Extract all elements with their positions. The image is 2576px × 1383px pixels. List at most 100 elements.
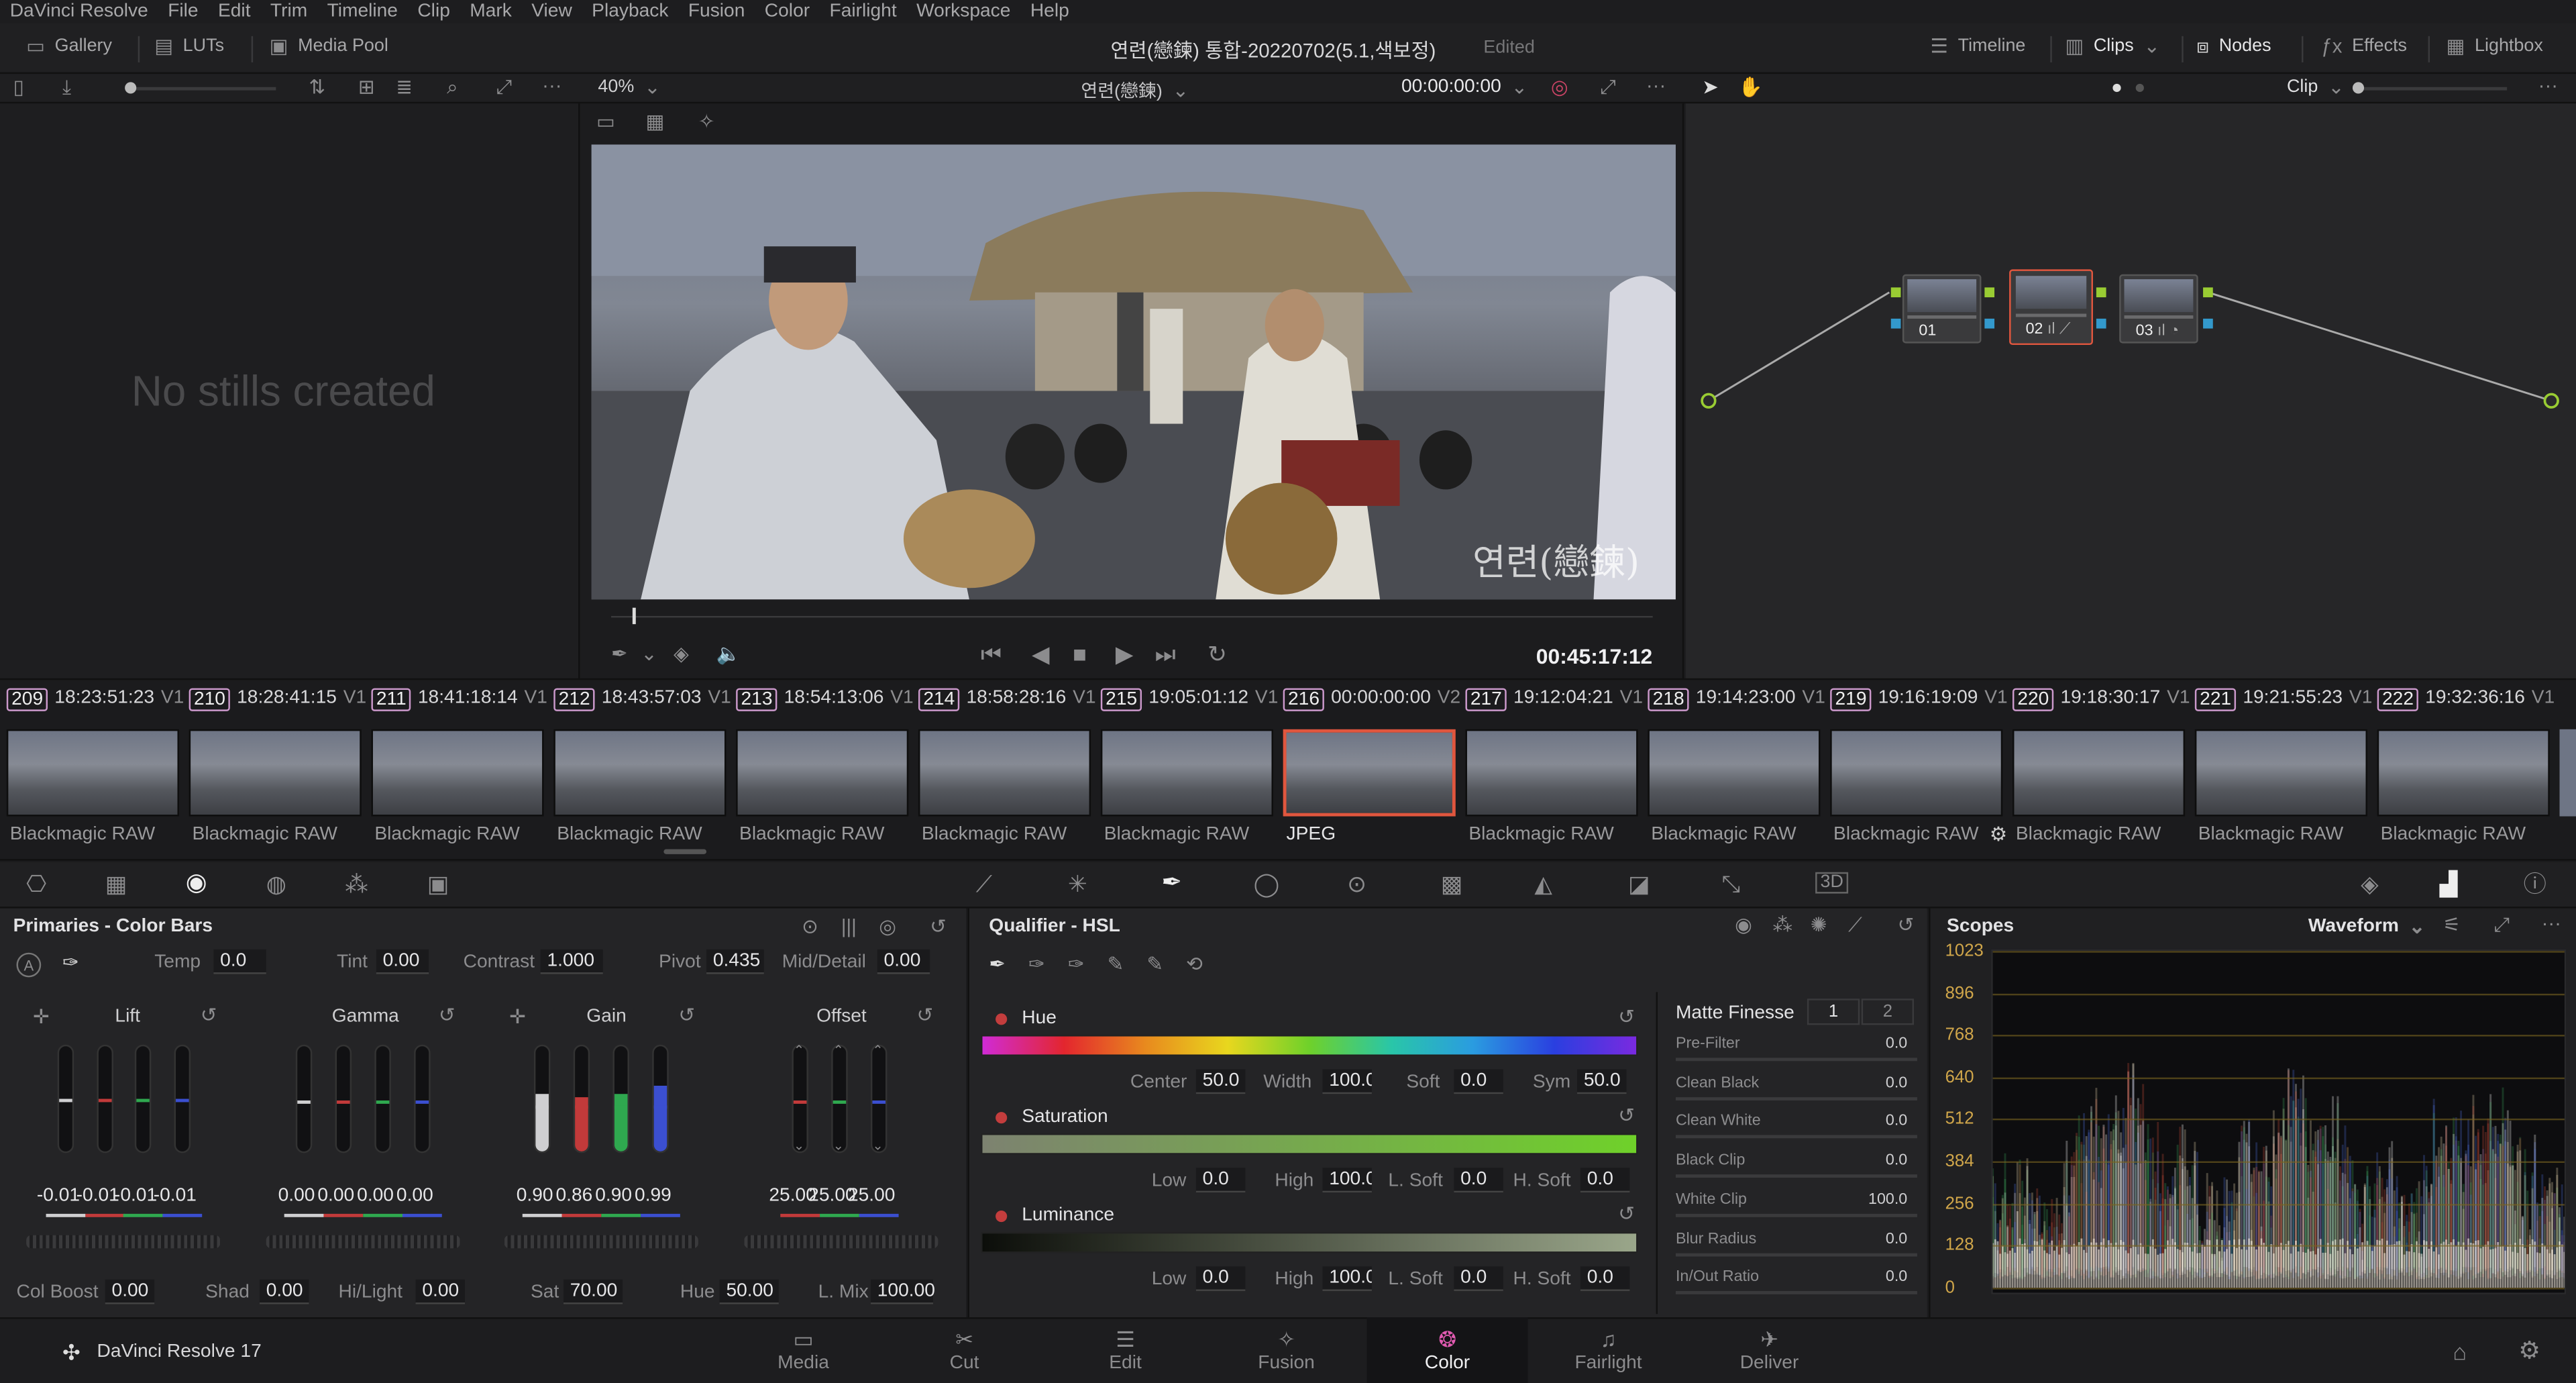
matte-slider[interactable] bbox=[1675, 1135, 1917, 1139]
clip-thumbnail[interactable]: 216 00:00:00:00 V2 JPEG bbox=[1277, 680, 1460, 860]
thumbnail-size-slider[interactable] bbox=[128, 87, 276, 91]
picker-icon[interactable]: ✒ bbox=[989, 954, 1006, 974]
reset-icon[interactable]: ↺ bbox=[1618, 1007, 1635, 1026]
slider-knob[interactable] bbox=[793, 1100, 807, 1104]
wheel-slider[interactable] bbox=[573, 1044, 590, 1154]
eyedropper-icon[interactable]: ✒ bbox=[611, 644, 628, 664]
menu-item-timeline[interactable]: Timeline bbox=[317, 1, 408, 21]
split-view-icon[interactable]: ▦ bbox=[645, 111, 664, 131]
wheel-slider[interactable] bbox=[414, 1044, 431, 1154]
slider-knob[interactable] bbox=[376, 1100, 390, 1104]
timeline-selector[interactable]: 연련(戀鍊) ⌄ bbox=[1081, 77, 1189, 103]
page-tab-fusion[interactable]: ✧ Fusion bbox=[1206, 1317, 1367, 1383]
hue-bar[interactable] bbox=[981, 1035, 1638, 1056]
hand-icon[interactable]: ✋ bbox=[1738, 77, 1763, 97]
reset-icon[interactable]: ↺ bbox=[1898, 915, 1915, 934]
slider-knob[interactable] bbox=[614, 1105, 628, 1109]
expand-icon[interactable]: ⤢ bbox=[496, 77, 513, 97]
feather-plus-icon[interactable]: ✎ bbox=[1146, 954, 1163, 974]
sym-field[interactable]: 50.0 bbox=[1577, 1069, 1627, 1094]
more-options-icon[interactable]: ··· bbox=[542, 76, 561, 95]
page-tab-deliver[interactable]: ✈ Deliver bbox=[1689, 1317, 1850, 1383]
3d-icon[interactable]: 3D bbox=[1815, 872, 1849, 894]
step-back-icon[interactable]: ◀ bbox=[1032, 642, 1049, 665]
matte-slider[interactable] bbox=[1675, 1213, 1917, 1217]
nudge-down-icon[interactable]: ⌄ bbox=[872, 1139, 883, 1154]
wheel-slider[interactable] bbox=[295, 1044, 313, 1154]
clip-thumbnail[interactable]: 221 19:21:55:23 V1 Blackmagic RAW bbox=[2188, 680, 2372, 860]
expand-icon[interactable]: ⤢ bbox=[2494, 915, 2510, 934]
slider-knob[interactable] bbox=[98, 1098, 112, 1103]
effects-button[interactable]: ƒx Effects bbox=[2321, 36, 2407, 56]
menu-item-mark[interactable]: Mark bbox=[460, 1, 522, 21]
clip-thumbnail[interactable]: 209 18:23:51:23 V1 Blackmagic RAW bbox=[0, 680, 184, 860]
scopes-icon[interactable]: ▟ bbox=[2440, 872, 2457, 895]
low-field[interactable]: 0.0 bbox=[1195, 1168, 1246, 1193]
crosshair-icon[interactable]: ✛ bbox=[33, 1007, 50, 1026]
media-pool-button[interactable]: ▣ Media Pool bbox=[270, 36, 388, 56]
scope-type-dropdown[interactable]: Waveform ⌄ bbox=[2308, 917, 2425, 936]
matte-tab-2[interactable]: 2 bbox=[1861, 998, 1915, 1025]
timeline-button[interactable]: ☰ Timeline bbox=[1931, 36, 2026, 56]
color-wheel-icon[interactable]: ◎ bbox=[1551, 77, 1568, 97]
node-input[interactable] bbox=[1890, 287, 1901, 298]
more-options-icon[interactable]: ··· bbox=[2538, 76, 2558, 95]
bars-mode-icon[interactable]: ||| bbox=[841, 917, 857, 936]
crosshair-icon[interactable]: ✛ bbox=[509, 1007, 526, 1026]
matte-finesse-row[interactable]: Pre-Filter 0.0 bbox=[1675, 1035, 1917, 1062]
node-mode-dropdown[interactable]: Clip ⌄ bbox=[2287, 77, 2345, 97]
camera-raw-icon[interactable]: ⎔ bbox=[26, 872, 46, 895]
matte-finesse-row[interactable]: In/Out Ratio 0.0 bbox=[1675, 1268, 1917, 1295]
color-warper-icon[interactable]: ✳ bbox=[1068, 872, 1087, 895]
wheel-slider[interactable] bbox=[374, 1044, 391, 1154]
hi-light-field[interactable]: 0.00 bbox=[415, 1279, 466, 1304]
wheel-slider[interactable] bbox=[612, 1044, 629, 1154]
nodes-button[interactable]: ⧈ Nodes bbox=[2196, 36, 2271, 56]
matte-value[interactable]: 0.0 bbox=[1886, 1229, 1907, 1247]
slider-knob[interactable] bbox=[125, 82, 137, 94]
enable-dot[interactable] bbox=[996, 1013, 1008, 1025]
node-output[interactable] bbox=[2203, 318, 2213, 329]
sat-field[interactable]: 70.00 bbox=[564, 1279, 623, 1304]
node-03[interactable]: 03 ıl ◔ bbox=[2119, 274, 2198, 344]
reset-icon[interactable]: ⊙ bbox=[802, 917, 818, 936]
offset-value[interactable]: 25.00 bbox=[846, 1186, 897, 1205]
gain-value[interactable]: 0.99 bbox=[628, 1186, 679, 1205]
menu-item-help[interactable]: Help bbox=[1020, 1, 1079, 21]
enable-dot[interactable] bbox=[996, 1210, 1008, 1223]
scope-settings-icon[interactable]: ⚟ bbox=[2443, 915, 2461, 934]
slider-knob[interactable] bbox=[2352, 82, 2365, 94]
menu-item-view[interactable]: View bbox=[522, 1, 582, 21]
wheel-slider[interactable] bbox=[57, 1044, 74, 1154]
menu-item-trim[interactable]: Trim bbox=[260, 1, 317, 21]
matte-slider[interactable] bbox=[1675, 1291, 1917, 1295]
rgb-mixer-icon[interactable]: ⁂ bbox=[345, 872, 368, 895]
matte-slider[interactable] bbox=[1675, 1174, 1917, 1178]
node-01[interactable]: 01 bbox=[1902, 274, 1982, 344]
slider-knob[interactable] bbox=[872, 1100, 885, 1104]
slider-knob[interactable] bbox=[136, 1098, 150, 1103]
matte-finesse-row[interactable]: Black Clip 0.0 bbox=[1675, 1151, 1917, 1178]
tint-field[interactable]: 0.00 bbox=[376, 949, 429, 974]
window-icon[interactable]: ◯ bbox=[1254, 872, 1279, 895]
keyframe-icon[interactable]: ◈ bbox=[2361, 872, 2378, 895]
stop-icon[interactable]: ■ bbox=[1073, 642, 1087, 665]
matte-finesse-row[interactable]: Clean Black 0.0 bbox=[1675, 1074, 1917, 1100]
blur-icon[interactable]: ◭ bbox=[1534, 872, 1552, 895]
wheel-slider[interactable] bbox=[533, 1044, 551, 1154]
page-tab-fairlight[interactable]: ♫ Fairlight bbox=[1528, 1317, 1689, 1383]
luma-mode-icon[interactable]: ✺ bbox=[1811, 915, 1827, 934]
soft-field[interactable]: 0.0 bbox=[1454, 1069, 1503, 1094]
3d-mode-icon[interactable]: ⟋ bbox=[1848, 915, 1862, 934]
menu-item-davinci-resolve[interactable]: DaVinci Resolve bbox=[0, 1, 158, 21]
scrubber-track[interactable] bbox=[611, 615, 1653, 618]
matte-value[interactable]: 100.0 bbox=[1868, 1190, 1907, 1209]
motion-effects-icon[interactable]: ▣ bbox=[427, 872, 449, 895]
nudge-up-icon[interactable]: ⌃ bbox=[794, 1044, 804, 1058]
node-02[interactable]: 02 ıl ⟋ bbox=[2009, 269, 2093, 346]
slider-knob[interactable] bbox=[59, 1098, 72, 1103]
primaries-icon[interactable]: ◉ bbox=[186, 870, 207, 895]
grid-view-icon[interactable]: ⊞ bbox=[358, 77, 375, 97]
audio-icon[interactable]: 🔈 bbox=[716, 644, 741, 664]
clip-thumbnail[interactable]: 212 18:43:57:03 V1 Blackmagic RAW bbox=[547, 680, 731, 860]
